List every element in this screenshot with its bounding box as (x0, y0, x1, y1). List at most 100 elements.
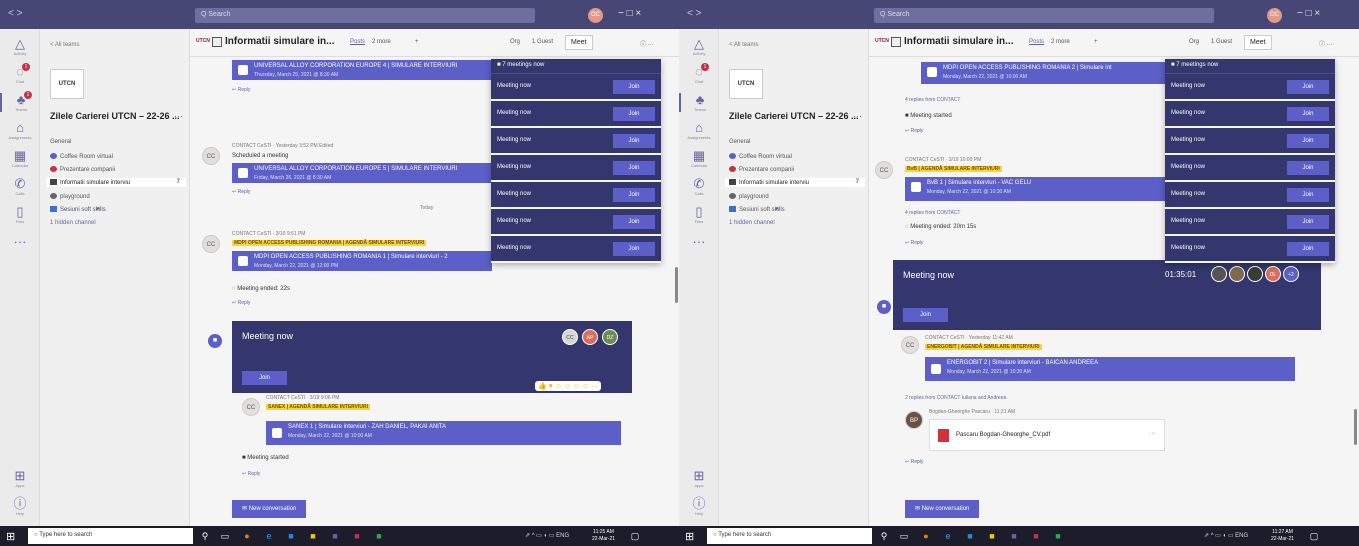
join-button[interactable]: Join (242, 371, 287, 385)
new-conversation-button[interactable]: ✉ New conversation (232, 500, 307, 518)
clock[interactable]: 11:25 AM 22-Mar-21 (592, 529, 615, 543)
meeting-card[interactable]: MDPI OPEN ACCESS PUBLISHING ROMANIA 2 | … (921, 62, 1181, 84)
team-more-button[interactable]: ··· (853, 111, 862, 121)
all-teams-link[interactable]: < All teams (729, 42, 759, 48)
more-icon[interactable]: ··· (679, 235, 719, 249)
scrollbar[interactable] (1354, 409, 1357, 445)
notification-icon[interactable]: ▢ (628, 529, 642, 543)
notification-icon[interactable]: ▢ (1307, 529, 1321, 543)
channel-coffee-room[interactable]: Coffee Room virtual (729, 153, 792, 160)
chat-icon[interactable]: ◌ 1 Chat (679, 63, 719, 84)
avatar[interactable]: OC (588, 8, 603, 23)
channel-soft-skills[interactable]: Sesiuni soft skills ● (729, 206, 785, 213)
join-button[interactable]: Join (613, 80, 655, 94)
edge-icon[interactable]: e (262, 529, 276, 543)
chat-icon[interactable]: ◌ 1 Chat (0, 63, 40, 84)
org-button[interactable]: Org (510, 39, 520, 45)
activity-icon[interactable]: △ Activity (679, 37, 719, 57)
app-icon[interactable]: ■ (372, 529, 386, 543)
explorer-icon[interactable]: ■ (963, 529, 977, 543)
scrollbar[interactable] (675, 267, 678, 303)
help-icon[interactable]: ⓘ Help (0, 497, 40, 517)
meeting-card[interactable]: UNIVERSAL ALLOY CORPORATION EUROPE 5 | S… (232, 163, 492, 183)
channel-prezentare[interactable]: Prezentare companii (50, 166, 115, 173)
hidden-channel-link[interactable]: 1 hidden channel (50, 220, 96, 226)
tab-posts[interactable]: Posts (1029, 39, 1044, 45)
join-button[interactable]: Join (903, 308, 948, 322)
meeting-card[interactable]: ENERGOBIT 2 | Simulare interviuri - BAIC… (925, 357, 1295, 381)
join-button[interactable]: Join (613, 134, 655, 148)
meeting-card[interactable]: SANEX 1 | Simulare interviuri - ZAH DANI… (266, 421, 621, 445)
meet-button[interactable]: Meet (565, 35, 593, 50)
replies-count[interactable]: 4 replies from CONTACT (905, 210, 960, 216)
join-button[interactable]: Join (613, 188, 655, 202)
teams-taskbar-icon[interactable]: ■ (328, 529, 342, 543)
channel-informatii-selected[interactable]: Informatii simulare interviu 7 (46, 178, 186, 187)
all-teams-link[interactable]: < All teams (50, 42, 80, 48)
window-controls[interactable]: − □ × (1297, 8, 1320, 19)
team-name[interactable]: Zilele Carierei UTCN – 22-26 ... (729, 111, 865, 121)
guest-button[interactable]: 1 Guest (1211, 39, 1232, 45)
channel-soft-skills[interactable]: Sesiuni soft skills ● (50, 206, 106, 213)
cortana-icon[interactable]: ⚲ (198, 529, 212, 543)
clock[interactable]: 11:27 AM 22-Mar-21 (1271, 529, 1294, 543)
firefox-icon[interactable]: ● (240, 529, 254, 543)
reply-link[interactable]: ↩ Reply (232, 189, 250, 195)
windows-start-icon[interactable]: ⊞ (6, 530, 15, 543)
meet-button[interactable]: Meet (1244, 35, 1272, 50)
reaction-bar[interactable]: 👍 ♥ ☺ ☺ ☺ ☺ ··· (535, 381, 602, 391)
reply-link[interactable]: ↩ Reply (232, 87, 250, 93)
assignments-icon[interactable]: ⌂ Assignments (0, 121, 40, 141)
new-conversation-button[interactable]: ✉ New conversation (905, 500, 980, 518)
join-button[interactable]: Join (1287, 242, 1329, 256)
folder-icon[interactable]: ■ (306, 529, 320, 543)
apps-icon[interactable]: ⊞ Apps (0, 469, 40, 489)
join-button[interactable]: Join (1287, 134, 1329, 148)
reply-link[interactable]: ↩ Reply (242, 471, 260, 477)
files-icon[interactable]: ▯ Files (0, 205, 40, 225)
task-view-icon[interactable]: ▭ (897, 529, 911, 543)
join-button[interactable]: Join (1287, 188, 1329, 202)
search-input[interactable]: Q Search (874, 8, 1214, 23)
more-icon[interactable]: ··· (0, 235, 40, 249)
edge-icon[interactable]: e (941, 529, 955, 543)
reply-link[interactable]: ↩ Reply (232, 300, 250, 306)
help-icon[interactable]: ⓘ Help (679, 497, 719, 517)
tab-more[interactable]: 2 more (372, 39, 391, 45)
system-tray[interactable]: ⇗ ^ ▭ ◖ ▭ ENG (525, 532, 569, 539)
activity-icon[interactable]: △ Activity (0, 37, 40, 57)
join-button[interactable]: Join (613, 107, 655, 121)
join-button[interactable]: Join (613, 215, 655, 229)
explorer-icon[interactable]: ■ (284, 529, 298, 543)
join-button[interactable]: Join (1287, 107, 1329, 121)
teams-icon[interactable]: ♣ 1 Teams (0, 91, 40, 112)
channel-general[interactable]: General (50, 139, 71, 145)
channel-prezentare[interactable]: Prezentare companii (729, 166, 794, 173)
join-button[interactable]: Join (1287, 161, 1329, 175)
join-button[interactable]: Join (1287, 80, 1329, 94)
windows-start-icon[interactable]: ⊞ (685, 530, 694, 543)
tab-posts[interactable]: Posts (350, 39, 365, 45)
replies-count[interactable]: 2 replies from CONTACT Iuliana and Andre… (905, 395, 1006, 401)
task-view-icon[interactable]: ▭ (218, 529, 232, 543)
guest-button[interactable]: 1 Guest (532, 39, 553, 45)
firefox-icon[interactable]: ● (919, 529, 933, 543)
calls-icon[interactable]: ✆ Calls (0, 177, 40, 197)
calendar-icon[interactable]: ▦ Calendar (679, 149, 719, 169)
app-icon[interactable]: ■ (1051, 529, 1065, 543)
tab-more[interactable]: 2 more (1051, 39, 1070, 45)
channel-playground[interactable]: playground (50, 193, 90, 200)
channel-playground[interactable]: playground (729, 193, 769, 200)
folder-icon[interactable]: ■ (985, 529, 999, 543)
join-button[interactable]: Join (613, 161, 655, 175)
reply-link[interactable]: ↩ Reply (905, 459, 923, 465)
join-button[interactable]: Join (1287, 215, 1329, 229)
meeting-card[interactable]: MDPI OPEN ACCESS PUBLISHING ROMANIA 1 | … (232, 251, 492, 271)
window-controls[interactable]: − □ × (618, 8, 641, 19)
org-button[interactable]: Org (1189, 39, 1199, 45)
app-icon[interactable]: ■ (350, 529, 364, 543)
calendar-icon[interactable]: ▦ Calendar (0, 149, 40, 169)
system-tray[interactable]: ⇗ ^ ▭ ◖ ▭ ENG (1204, 532, 1248, 539)
file-attachment[interactable]: Pascaru Bogdan-Gheorghe_CV.pdf ··· (929, 419, 1165, 451)
apps-icon[interactable]: ⊞ Apps (679, 469, 719, 489)
